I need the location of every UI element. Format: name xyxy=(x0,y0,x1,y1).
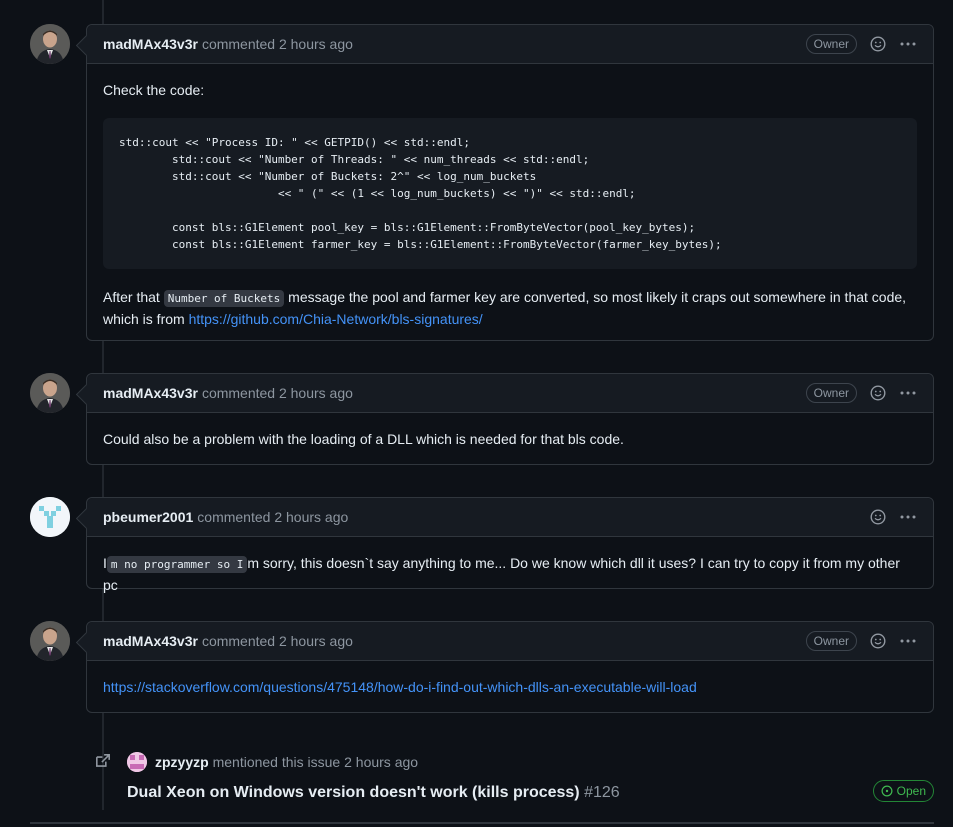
comment-header: madMAx43v3r commented 2 hours ago Owner xyxy=(87,622,933,661)
avatar-madmax[interactable] xyxy=(30,24,70,64)
smiley-icon[interactable] xyxy=(869,384,887,402)
comment-body: Im no programmer so Im sorry, this doesn… xyxy=(87,537,933,612)
smiley-icon[interactable] xyxy=(869,632,887,650)
inline-code: m no programmer so I xyxy=(106,556,248,573)
avatar-madmax[interactable] xyxy=(30,373,70,413)
comment-timestamp[interactable]: commented 2 hours ago xyxy=(202,36,353,52)
kebab-menu-icon[interactable] xyxy=(899,35,917,53)
comment-header: madMAx43v3r commented 2 hours ago Owner xyxy=(87,374,933,413)
comment-4: madMAx43v3r commented 2 hours ago Owner … xyxy=(86,621,934,713)
code-block: std::cout << "Process ID: " << GETPID() … xyxy=(103,118,917,269)
comment-header: madMAx43v3r commented 2 hours ago Owner xyxy=(87,25,933,64)
owner-badge: Owner xyxy=(805,631,857,651)
comment-text: Im no programmer so Im sorry, this doesn… xyxy=(103,553,917,596)
smiley-icon[interactable] xyxy=(869,35,887,53)
smiley-icon[interactable] xyxy=(869,508,887,526)
issue-opened-icon xyxy=(881,785,893,797)
event-time[interactable]: 2 hours ago xyxy=(344,754,418,770)
comment-body: https://stackoverflow.com/questions/4751… xyxy=(87,661,933,714)
comment-author[interactable]: madMAx43v3r xyxy=(103,36,198,52)
comment-author[interactable]: pbeumer2001 xyxy=(103,509,193,525)
avatar-madmax[interactable] xyxy=(30,621,70,661)
comment-intro: Check the code: xyxy=(103,82,205,98)
referenced-issue-title[interactable]: Dual Xeon on Windows version doesn't wor… xyxy=(127,784,620,802)
event-action: mentioned this issue xyxy=(212,754,341,770)
comment-2: madMAx43v3r commented 2 hours ago Owner … xyxy=(86,373,934,465)
inline-code: Number of Buckets xyxy=(163,290,285,307)
comment-header: pbeumer2001 commented 2 hours ago xyxy=(87,498,933,537)
comment-timestamp[interactable]: commented 2 hours ago xyxy=(202,385,353,401)
comment-text: Could also be a problem with the loading… xyxy=(103,431,624,447)
comment-3: pbeumer2001 commented 2 hours ago Im no … xyxy=(86,497,934,593)
event-description: zpzyyzp mentioned this issue 2 hours ago xyxy=(155,754,418,770)
cross-reference-event: zpzyyzp mentioned this issue 2 hours ago… xyxy=(92,748,934,818)
cross-reference-icon xyxy=(94,752,112,773)
issue-status-badge: Open xyxy=(872,780,934,802)
comment-timestamp[interactable]: commented 2 hours ago xyxy=(202,633,353,649)
comment-paragraph: After that Number of Buckets message the… xyxy=(103,287,917,330)
kebab-menu-icon[interactable] xyxy=(899,384,917,402)
bls-signatures-link[interactable]: https://github.com/Chia-Network/bls-sign… xyxy=(189,311,483,327)
kebab-menu-icon[interactable] xyxy=(899,508,917,526)
stackoverflow-link[interactable]: https://stackoverflow.com/questions/4751… xyxy=(103,679,697,695)
owner-badge: Owner xyxy=(805,34,857,54)
text-fragment: After that xyxy=(103,289,164,305)
comment-body: Could also be a problem with the loading… xyxy=(87,413,933,466)
avatar-zpzyyzp[interactable] xyxy=(127,752,147,772)
comment-author[interactable]: madMAx43v3r xyxy=(103,633,198,649)
comment-author[interactable]: madMAx43v3r xyxy=(103,385,198,401)
avatar-pbeumer[interactable] xyxy=(30,497,70,537)
issue-title[interactable]: Dual Xeon on Windows version doesn't wor… xyxy=(127,784,580,801)
status-label: Open xyxy=(896,784,926,798)
event-user[interactable]: zpzyyzp xyxy=(155,754,209,770)
comment-timestamp[interactable]: commented 2 hours ago xyxy=(197,509,348,525)
comment-1: madMAx43v3r commented 2 hours ago Owner … xyxy=(86,24,934,341)
comment-body: Check the code: std::cout << "Process ID… xyxy=(87,64,933,346)
owner-badge: Owner xyxy=(805,383,857,403)
divider xyxy=(30,822,934,824)
issue-number[interactable]: #126 xyxy=(584,784,620,801)
kebab-menu-icon[interactable] xyxy=(899,632,917,650)
